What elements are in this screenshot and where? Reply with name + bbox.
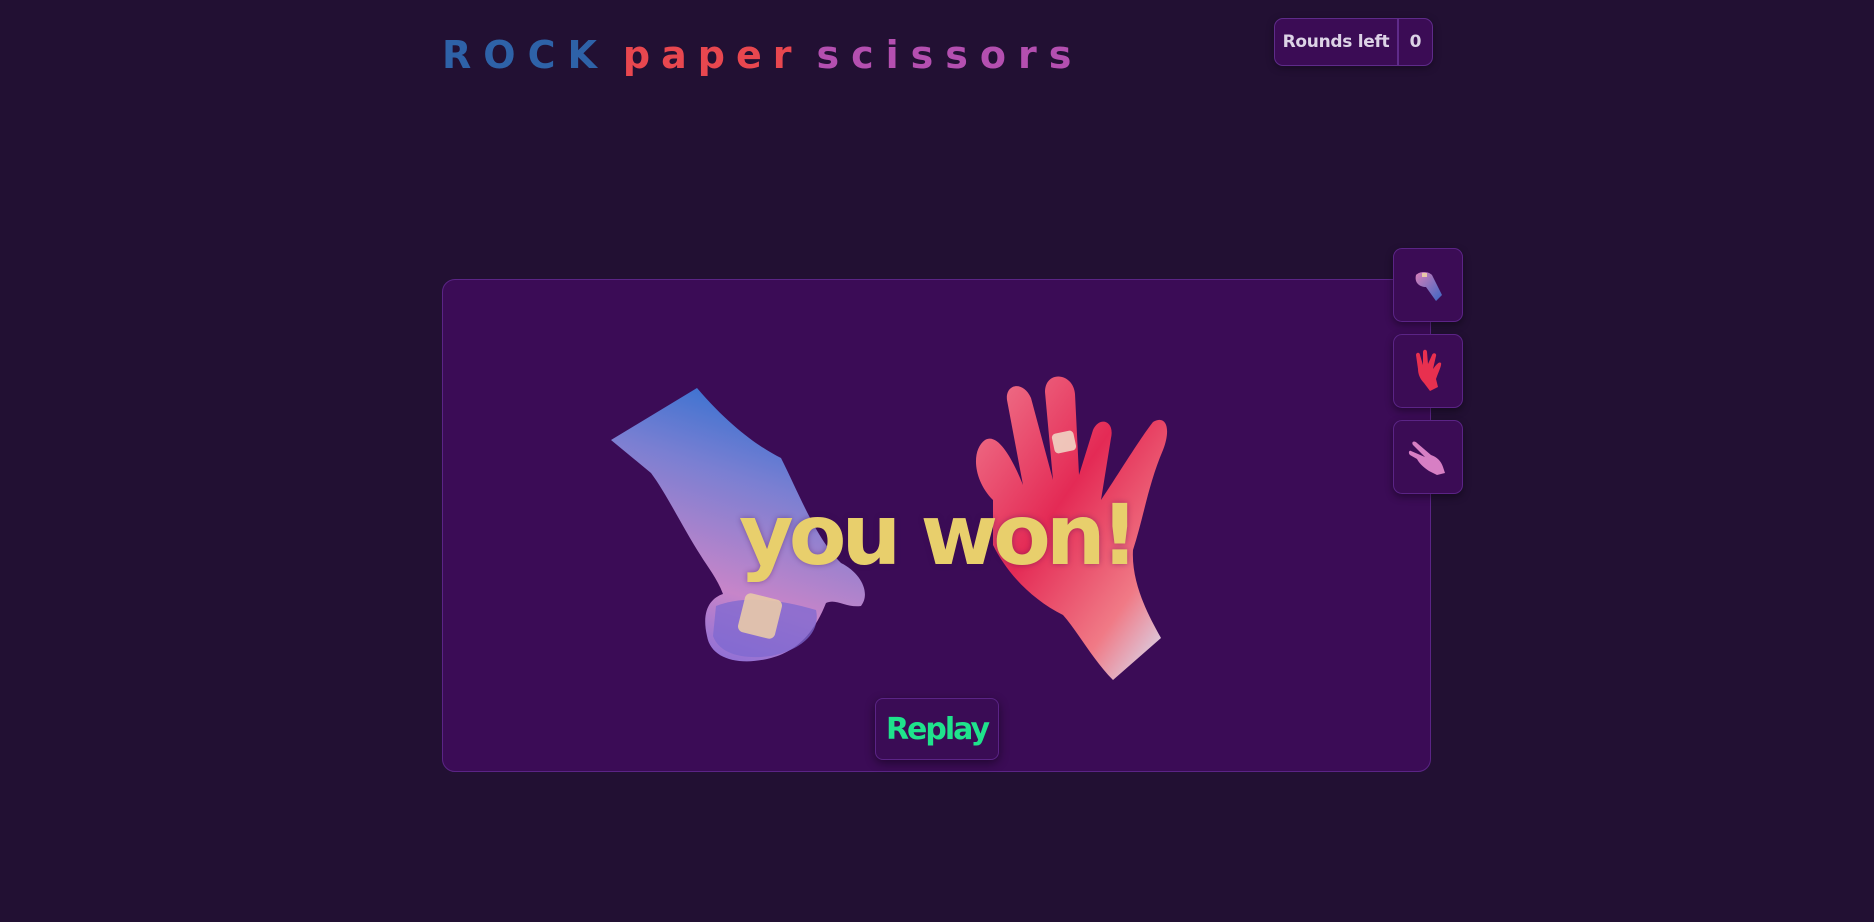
- logo-paper: paper: [622, 33, 803, 77]
- rounds-counter: Rounds left 0: [1274, 18, 1433, 66]
- app-logo: ROCK paper scissors: [442, 18, 1083, 74]
- rounds-left-count: 0: [1409, 32, 1422, 52]
- paper-hand-icon: [1416, 349, 1442, 391]
- logo-rock: ROCK: [442, 33, 609, 77]
- choose-paper-button[interactable]: [1393, 334, 1463, 408]
- choose-scissors-button[interactable]: [1393, 420, 1463, 494]
- game-board: you won! Replay: [442, 279, 1431, 772]
- replay-button[interactable]: Replay: [875, 698, 999, 760]
- choose-rock-button[interactable]: [1393, 248, 1463, 322]
- rock-hand-icon: [1415, 272, 1442, 301]
- choice-panel: [1393, 248, 1463, 506]
- logo-scissors: scissors: [816, 33, 1084, 77]
- scissors-hand-icon: [1408, 441, 1445, 475]
- rounds-left-label: Rounds left: [1282, 32, 1390, 52]
- result-message: you won!: [739, 486, 1139, 584]
